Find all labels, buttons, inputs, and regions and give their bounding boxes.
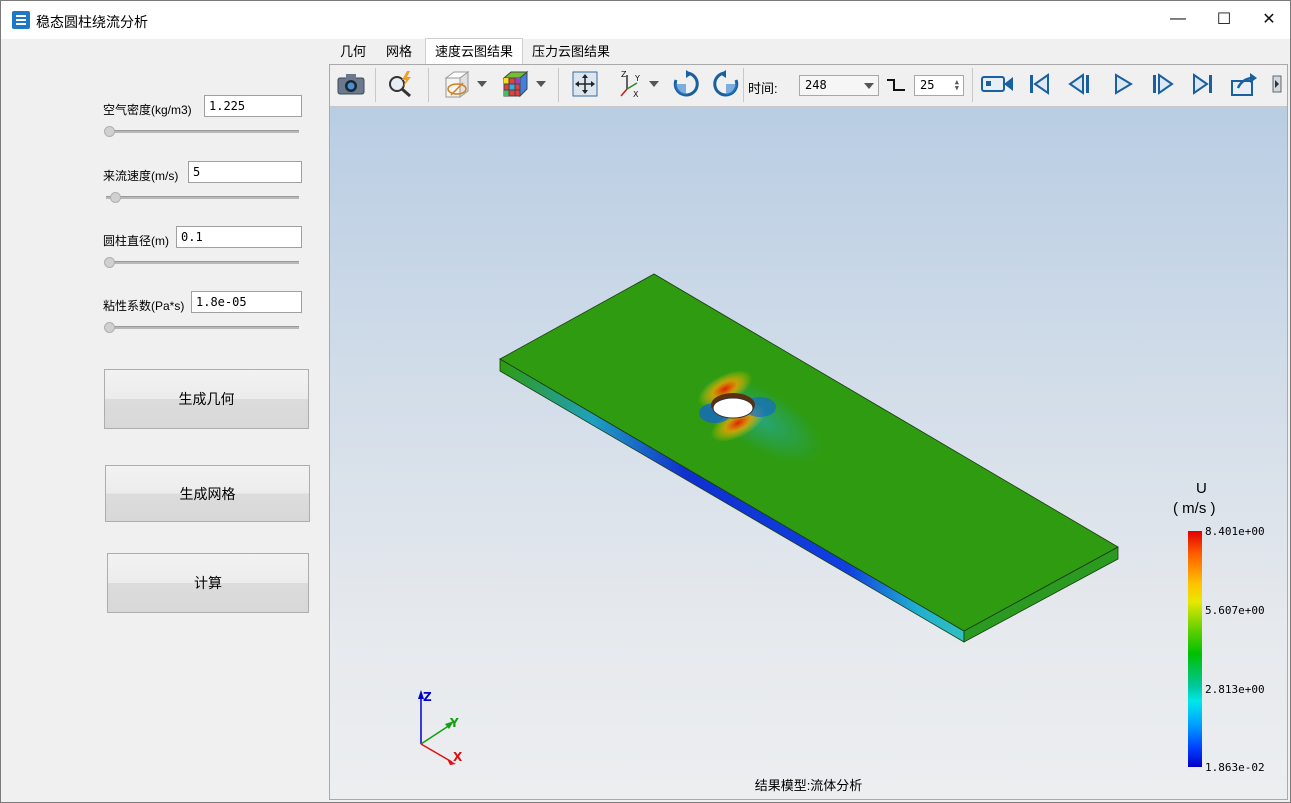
spin-arrows-icon[interactable]: ▲ ▼ (955, 79, 959, 92)
legend-title: U (1196, 480, 1207, 497)
result-area: 几何 网格 速度云图结果 压力云图结果 Z Y X 时间: 248 25 ▲ ▼… (329, 38, 1289, 801)
viscosity-label: 粘性系数(Pa*s) (103, 299, 185, 313)
chevron-down-icon (864, 83, 874, 89)
app-logo-icon (12, 11, 30, 29)
step-value: 25 (920, 78, 935, 92)
velocity-input[interactable]: 5 (188, 161, 302, 183)
tab-pressure-contour[interactable]: 压力云图结果 (523, 39, 619, 63)
step-spinbox[interactable]: 25 ▲ ▼ (914, 75, 964, 96)
axis-z-label: Z (423, 690, 432, 704)
diameter-slider-thumb[interactable] (104, 257, 115, 268)
camera-icon[interactable] (335, 69, 367, 99)
compute-button[interactable]: 计算 (107, 553, 309, 613)
generate-mesh-button[interactable]: 生成网格 (105, 465, 310, 522)
viscosity-slider-thumb[interactable] (104, 322, 115, 333)
axes-dropdown-icon[interactable] (649, 81, 659, 87)
time-select[interactable]: 248 (799, 75, 879, 96)
color-dropdown-icon[interactable] (536, 81, 546, 87)
view-frame: ZYX 时间: 248 25 ▲ ▼ Z Y X U (m/s) 8.401… (329, 64, 1288, 800)
3d-viewport[interactable]: Z Y X U ( m/s ) 8.401e+00 5.607e+00 2.81… (330, 107, 1287, 799)
legend-unit: ( m/s ) (1173, 500, 1216, 517)
maximize-button[interactable]: ☐ (1201, 1, 1247, 37)
close-button[interactable]: ✕ (1246, 1, 1290, 37)
axis-x-label: X (453, 750, 463, 764)
svg-text:Y: Y (634, 74, 640, 83)
rotate-ccw-icon[interactable] (710, 69, 742, 99)
toolbar-divider (743, 68, 744, 102)
fit-view-icon[interactable] (568, 69, 602, 99)
view-toolbar: ZYX 时间: 248 25 ▲ ▼ (330, 65, 1287, 107)
velocity-label: 来流速度(m/s) (103, 169, 179, 183)
prev-frame-icon[interactable] (1064, 69, 1094, 99)
viscosity-slider[interactable] (106, 326, 299, 329)
clip-plane-icon[interactable] (438, 69, 474, 99)
tab-geometry[interactable]: 几何 (331, 39, 375, 63)
tab-mesh[interactable]: 网格 (377, 39, 421, 63)
toolbar-divider (972, 68, 973, 102)
tab-velocity-contour[interactable]: 速度云图结果 (425, 38, 524, 64)
velocity-colorbar (1188, 531, 1202, 767)
step-icon (886, 78, 906, 95)
first-frame-icon[interactable] (1024, 69, 1054, 99)
density-input[interactable]: 1.225 (204, 95, 302, 117)
diameter-input[interactable]: 0.1 (176, 226, 302, 248)
velocity-slider[interactable] (106, 196, 299, 199)
diameter-slider[interactable] (106, 261, 299, 264)
rotate-cw-icon[interactable] (670, 69, 702, 99)
play-icon[interactable] (1108, 69, 1138, 99)
last-frame-icon[interactable] (1188, 69, 1218, 99)
velocity-contour-model: Z Y X (418, 273, 1119, 765)
toolbar-divider (558, 68, 559, 102)
legend-tick-min: 1.863e-02 (1205, 761, 1265, 774)
tab-bar: 几何 网格 速度云图结果 压力云图结果 (329, 38, 1289, 64)
zoom-lightning-icon[interactable] (384, 69, 418, 99)
window-title: 稳态圆柱绕流分析 (36, 14, 148, 30)
density-label: 空气密度(kg/m3) (103, 103, 192, 117)
result-model-status: 结果模型:流体分析 (754, 778, 863, 793)
record-icon[interactable] (980, 69, 1016, 99)
diameter-label: 圆柱直径(m) (103, 234, 169, 248)
time-label: 时间: (748, 81, 778, 96)
clip-dropdown-icon[interactable] (477, 81, 487, 87)
next-frame-icon[interactable] (1148, 69, 1178, 99)
minimize-button[interactable]: — (1155, 1, 1201, 37)
svg-text:Z: Z (621, 70, 627, 79)
legend-tick: 5.607e+00 (1205, 604, 1265, 617)
toolbar-divider (375, 68, 376, 102)
more-tools-icon[interactable] (1270, 69, 1284, 99)
parameter-panel: 空气密度(kg/m3) 1.225 来流速度(m/s) 5 圆柱直径(m) 0.… (2, 39, 328, 801)
color-cube-icon[interactable] (498, 69, 532, 99)
density-slider-thumb[interactable] (104, 126, 115, 137)
title-bar: 稳态圆柱绕流分析 — ☐ ✕ (1, 1, 1290, 39)
toolbar-divider (428, 68, 429, 102)
axes-icon[interactable]: ZYX (612, 69, 646, 99)
density-slider[interactable] (106, 130, 299, 133)
svg-text:X: X (633, 90, 639, 99)
velocity-slider-thumb[interactable] (110, 192, 121, 203)
legend-tick: 2.813e+00 (1205, 683, 1265, 696)
export-icon[interactable] (1228, 69, 1260, 99)
legend-tick-max: 8.401e+00 (1205, 525, 1265, 538)
app-window: 稳态圆柱绕流分析 — ☐ ✕ 空气密度(kg/m3) 1.225 来流速度(m/… (0, 0, 1291, 803)
viscosity-input[interactable]: 1.8e-05 (191, 291, 302, 313)
axis-y-label: Y (449, 716, 459, 730)
generate-geometry-button[interactable]: 生成几何 (104, 369, 309, 429)
time-value: 248 (805, 78, 827, 92)
